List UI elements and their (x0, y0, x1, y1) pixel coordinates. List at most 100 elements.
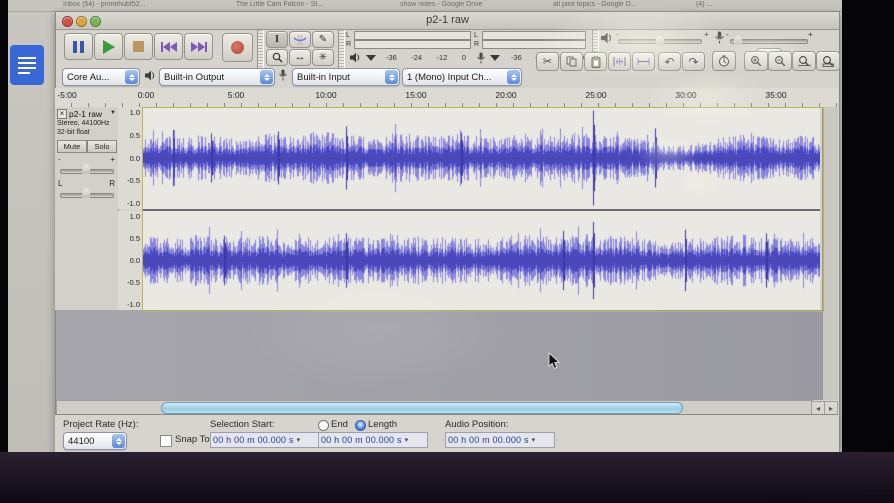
gain-plus-label: + (110, 155, 115, 164)
field-dropdown-icon[interactable]: ▾ (297, 436, 301, 444)
waveform-channel-1[interactable] (143, 107, 820, 209)
track-menu-arrow-icon[interactable]: ▼ (110, 110, 116, 116)
output-volume-thumb[interactable] (656, 35, 664, 45)
solo-button[interactable]: Solo (87, 140, 117, 153)
selection-length-field[interactable]: 00 h 00 m 00.000 s ▾ (318, 432, 428, 448)
rewind-icon (160, 41, 177, 52)
browser-tab-little-cam-falcon[interactable]: The Little Cam Falcon - St... (236, 1, 323, 8)
mute-button[interactable]: Mute (57, 140, 87, 153)
silence-button[interactable] (632, 52, 655, 71)
silence-icon (637, 56, 650, 67)
audio-position-field[interactable]: 00 h 00 m 00.000 s ▾ (445, 432, 555, 448)
playback-meter-speaker-button[interactable] (349, 52, 361, 63)
toolbar-grabber[interactable] (338, 30, 345, 70)
playback-meter-left-bar[interactable] (354, 31, 471, 40)
stop-icon (133, 41, 144, 52)
timeline-ruler[interactable]: -5:00 0:00 5:00 10:00 15:00 20:00 25:00 30:00 35… (55, 88, 838, 108)
track-control-panel[interactable]: × p2-1 raw ▼ Stereo, 44100Hz 32-bit floa… (55, 107, 119, 310)
playback-meter-scale: -36 -24 -12 0 (386, 53, 466, 62)
scroll-left-button[interactable]: ◂ (811, 401, 825, 415)
record-button[interactable] (222, 33, 253, 62)
pan-right-label: R (109, 179, 115, 188)
selection-tool-button[interactable]: I (266, 31, 288, 48)
vruler-label: 0.0 (129, 256, 140, 265)
trim-button[interactable] (608, 52, 631, 71)
vruler-label: -1.0 (127, 199, 140, 208)
multi-tool-button[interactable]: ✳ (312, 49, 334, 66)
playback-meter-dropdown-icon[interactable] (366, 55, 376, 61)
empty-track-area[interactable] (56, 310, 822, 400)
play-button[interactable] (94, 33, 123, 60)
vertical-scrollbar[interactable] (822, 107, 838, 400)
pause-icon (73, 40, 84, 53)
length-radio[interactable] (355, 420, 366, 431)
sync-lock-button[interactable] (712, 51, 736, 71)
window-titlebar[interactable]: p2-1 raw (56, 12, 839, 30)
fast-forward-button[interactable] (184, 33, 213, 60)
draw-tool-button[interactable]: ✎ (312, 31, 334, 48)
stop-button[interactable] (124, 33, 153, 60)
copy-icon (566, 56, 577, 67)
browser-tab-gmail[interactable]: Inbox (54) - primehubf52... (63, 1, 146, 8)
redo-button[interactable]: ↷ (682, 52, 705, 71)
track-close-button[interactable]: × (57, 109, 67, 119)
fit-project-icon (822, 55, 835, 67)
recording-meter-dropdown-icon[interactable] (490, 55, 500, 61)
fit-project-button[interactable] (816, 51, 840, 71)
output-device-dropdown[interactable]: Built-in Output (159, 68, 275, 86)
paste-button[interactable] (584, 52, 607, 71)
project-rate-dropdown[interactable]: 44100 (63, 432, 127, 450)
timeline-tick: 30:00 (675, 90, 697, 100)
input-channels-dropdown[interactable]: 1 (Mono) Input Ch... (402, 68, 522, 86)
playback-meter-right-label: R (346, 41, 352, 48)
fit-selection-button[interactable] (792, 51, 816, 71)
time-shift-tool-button[interactable]: ↔ (289, 49, 311, 66)
envelope-tool-button[interactable] (289, 31, 311, 48)
mixer-speaker-icon (600, 32, 613, 44)
stepper-arrows-icon (260, 70, 273, 84)
vertical-ruler-channel-1[interactable]: 1.0 0.5 0.0 -0.5 -1.0 (118, 107, 143, 209)
rewind-button[interactable] (154, 33, 183, 60)
recording-meter-mic-button[interactable] (476, 52, 486, 64)
envelope-tool-icon (293, 35, 307, 45)
browser-tab-show-notes[interactable]: show notes - Google Drive (400, 1, 482, 8)
gain-slider-thumb[interactable] (82, 164, 90, 174)
input-device-value: Built-in Input (297, 71, 350, 83)
vruler-label: 0.5 (129, 130, 140, 140)
input-volume-thumb[interactable] (734, 35, 742, 45)
browser-tab-all-pilot-topics[interactable]: all pilot topics - Google D... (553, 1, 637, 8)
output-device-value: Built-in Output (164, 71, 225, 83)
pan-slider-thumb[interactable] (82, 188, 90, 198)
vruler-label: -0.5 (127, 176, 140, 186)
field-dropdown-icon[interactable]: ▾ (532, 436, 536, 444)
audio-host-dropdown[interactable]: Core Au... (62, 68, 140, 86)
zoom-out-button[interactable] (768, 51, 792, 71)
desktop-dock-zone: 11CWPXOii/~ (0, 452, 894, 503)
selection-start-label: Selection Start: (210, 419, 275, 430)
horizontal-scroll-thumb[interactable] (161, 402, 683, 414)
field-dropdown-icon[interactable]: ▾ (405, 436, 409, 444)
playback-meter-right-bar[interactable] (354, 40, 471, 49)
end-radio[interactable] (318, 420, 329, 431)
waveform-channel-2[interactable] (143, 211, 820, 310)
copy-button[interactable] (560, 52, 583, 71)
zoom-tool-button[interactable] (266, 49, 288, 66)
browser-tab-misc[interactable]: (4) ... (696, 1, 712, 8)
output-slider-plus: + (704, 30, 709, 39)
undo-button[interactable]: ↶ (658, 52, 681, 71)
timeline-tick: 25:00 (585, 90, 607, 100)
recording-meter-left-bar[interactable] (482, 31, 586, 40)
zoom-in-button[interactable] (744, 51, 768, 71)
audio-position-label: Audio Position: (445, 419, 509, 430)
recording-meter-right-bar[interactable] (482, 40, 586, 49)
cut-button[interactable]: ✂ (536, 52, 559, 71)
toolbar-grabber[interactable] (257, 30, 264, 70)
vertical-ruler-channel-2[interactable]: 1.0 0.5 0.0 -0.5 -1.0 (118, 211, 143, 310)
track-title[interactable]: p2-1 raw (69, 109, 102, 119)
trim-icon (613, 56, 626, 67)
pause-button[interactable] (64, 33, 93, 60)
input-device-dropdown[interactable]: Built-in Input (292, 68, 400, 86)
scroll-right-button[interactable]: ▸ (824, 401, 838, 415)
selection-start-field[interactable]: 00 h 00 m 00.000 s ▾ (210, 432, 320, 448)
snap-to-checkbox[interactable] (160, 435, 172, 447)
